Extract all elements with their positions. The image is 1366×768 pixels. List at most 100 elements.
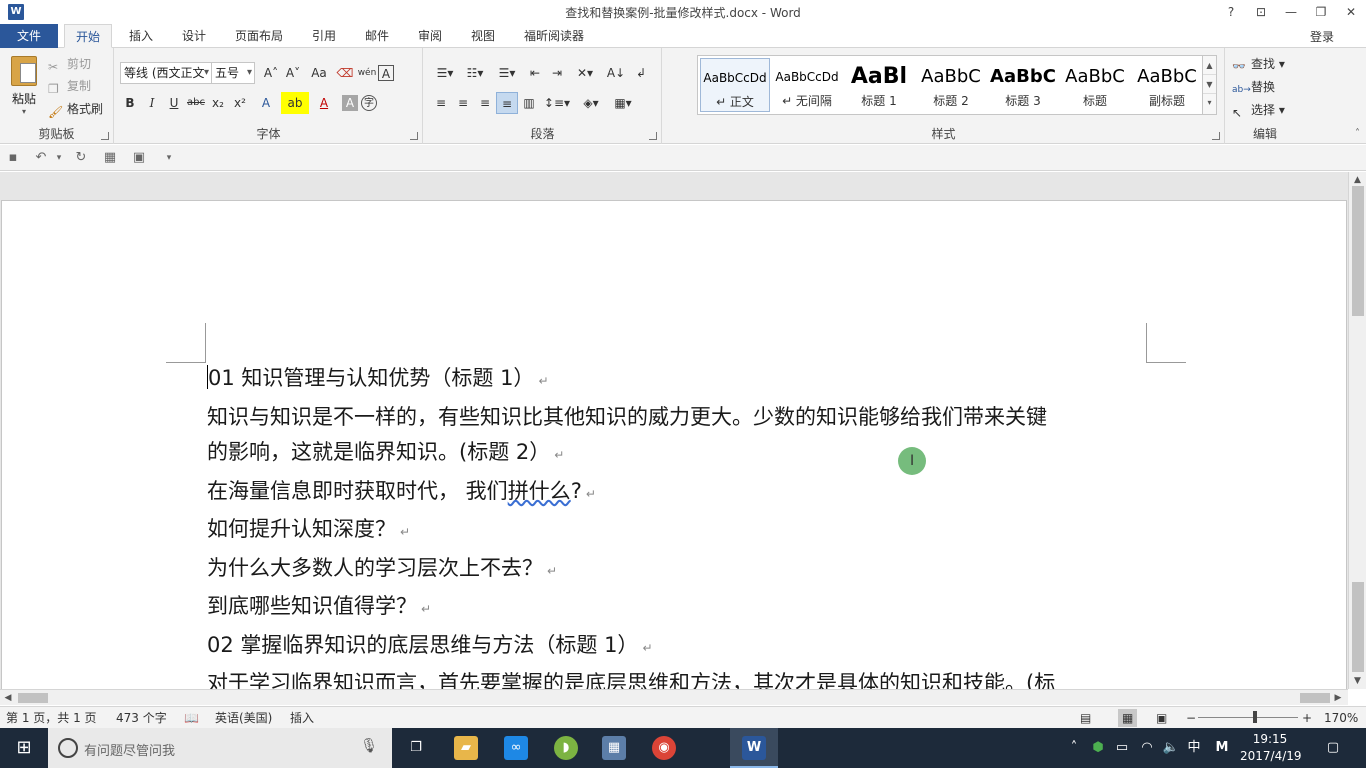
customize-qat-icon[interactable]: ▾ (160, 149, 178, 167)
document-body[interactable]: 01 知识管理与认知优势（标题 1） ↵ 知识与知识是不一样的，有些知识比其他知识… (207, 361, 1157, 689)
scroll-thumb-region[interactable] (1352, 582, 1364, 672)
zoom-out-icon[interactable]: − (1186, 709, 1196, 727)
print-preview-icon[interactable]: ▣ (130, 149, 148, 167)
line-spacing-icon[interactable]: ↕≡▾ (540, 92, 574, 114)
collapse-ribbon-icon[interactable]: ˄ (1355, 128, 1360, 139)
select-button[interactable]: ↖ 选择 ▾ (1232, 100, 1285, 120)
control-panel-icon[interactable]: ▦ (602, 736, 626, 760)
format-painter-button[interactable]: 🖌 格式刷 (48, 99, 103, 119)
zoom-slider[interactable] (1198, 717, 1298, 718)
gallery-more-icon[interactable]: ▾ (1203, 94, 1216, 112)
close-button[interactable]: ✕ (1336, 0, 1366, 24)
horizontal-scrollbar[interactable]: ◀ ▶ (0, 689, 1348, 705)
font-launcher-icon[interactable] (410, 132, 418, 140)
paragraph[interactable]: 对于学习临界知识而言，首先要掌握的是底层思维和方法，其次才是具体的知识和技能。(… (207, 666, 1157, 689)
char-border-button[interactable]: A (378, 65, 394, 81)
replace-button[interactable]: ab→替换 (1232, 77, 1275, 97)
undo-icon[interactable]: ↶ (32, 149, 50, 167)
tray-security-icon[interactable]: ⬢ (1088, 738, 1108, 758)
paragraph[interactable]: 在海量信息即时获取时代， 我们拼什么? ↵ (207, 474, 1157, 513)
restore-button[interactable]: ❐ (1306, 0, 1336, 24)
subscript-button[interactable]: x₂ (207, 92, 229, 114)
tab-review[interactable]: 审阅 (408, 24, 452, 48)
save-icon[interactable]: ▪ (4, 149, 22, 167)
styles-launcher-icon[interactable] (1212, 132, 1220, 140)
zoom-level[interactable]: 170% (1324, 709, 1358, 727)
italic-button[interactable]: I (141, 92, 163, 114)
windows-start-icon[interactable]: ⊞ (0, 728, 48, 768)
change-case-button[interactable]: Aa (304, 62, 334, 84)
action-center-icon[interactable]: ▢ (1322, 738, 1344, 758)
app-leaf-icon[interactable]: ◗ (554, 736, 578, 760)
paste-button[interactable]: 粘贴 ▾ (6, 56, 42, 116)
file-explorer-icon[interactable]: ▰ (454, 736, 478, 760)
zoom-in-icon[interactable]: + (1302, 709, 1312, 727)
page-count[interactable]: 第 1 页，共 1 页 (6, 709, 97, 727)
undo-dropdown-icon[interactable]: ▾ (50, 149, 68, 167)
language[interactable]: 英语(美国) (215, 709, 272, 727)
superscript-button[interactable]: x² (229, 92, 251, 114)
read-mode-icon[interactable]: ▤ (1080, 709, 1091, 727)
chinese-layout-icon[interactable]: ✕▾ (568, 62, 602, 84)
font-name-combo[interactable]: 等线 (西文正文 (120, 62, 212, 84)
zoom-slider-knob[interactable] (1253, 711, 1257, 723)
scroll-left-icon[interactable]: ◀ (0, 690, 16, 706)
tab-file[interactable]: 文件 (0, 24, 58, 48)
tab-mailings[interactable]: 邮件 (355, 24, 399, 48)
chrome-icon[interactable]: ◉ (652, 736, 676, 760)
multilevel-list-icon[interactable]: ☰▾ (490, 62, 524, 84)
print-layout-icon[interactable]: ▦ (1118, 709, 1138, 727)
style-subtitle[interactable]: AaBbC 副标题 (1132, 58, 1202, 112)
align-left-icon[interactable]: ≡ (430, 92, 452, 114)
help-button[interactable]: ? (1216, 0, 1246, 24)
scroll-thumb[interactable] (1352, 186, 1364, 316)
sort-icon[interactable]: A↓ (602, 62, 630, 84)
cut-button[interactable]: ✂ 剪切 (48, 54, 91, 74)
style-heading-3[interactable]: AaBbC 标题 3 (988, 58, 1058, 112)
baidu-netdisk-icon[interactable]: ∞ (504, 736, 528, 760)
system-clock[interactable]: 19:15 2017/4/19 (1240, 731, 1302, 765)
hscroll-thumb-end[interactable] (1300, 693, 1330, 703)
login-link[interactable]: 登录 (1310, 28, 1334, 45)
style-no-spacing[interactable]: AaBbCcDd ↵ 无间隔 (772, 58, 842, 112)
shading-icon[interactable]: ◈▾ (574, 92, 608, 114)
style-heading-2[interactable]: AaBbC 标题 2 (916, 58, 986, 112)
cortana-search-box[interactable]: 有问题尽管问我 🎙 (48, 728, 392, 768)
ime-indicator[interactable]: 中 (1184, 738, 1204, 758)
clear-format-button[interactable]: ⌫ (334, 62, 356, 84)
paragraph[interactable]: 的影响，这就是临界知识。(标题 2） ↵ (207, 435, 1157, 474)
numbering-icon[interactable]: ☷▾ (460, 62, 490, 84)
minimize-button[interactable]: — (1276, 0, 1306, 24)
underline-button[interactable]: U (163, 92, 185, 114)
copy-button[interactable]: ❐ 复制 (48, 76, 91, 96)
word-taskbar-icon[interactable]: W (742, 736, 766, 760)
decrease-indent-icon[interactable]: ⇤ (524, 62, 546, 84)
insert-mode[interactable]: 插入 (290, 709, 314, 727)
chevron-up-icon[interactable]: ▲ (1203, 56, 1216, 75)
enclose-char-button[interactable]: 字 (361, 95, 377, 111)
wifi-icon[interactable]: ◠ (1137, 738, 1157, 758)
volume-icon[interactable]: 🔈 (1161, 738, 1181, 758)
style-heading-1[interactable]: AaBl 标题 1 (844, 58, 914, 112)
scroll-right-icon[interactable]: ▶ (1330, 690, 1346, 706)
style-normal[interactable]: AaBbCcDd ↵ 正文 (700, 58, 770, 112)
chevron-down-icon[interactable]: ▼ (1203, 75, 1216, 94)
task-view-icon[interactable]: ❐ (404, 736, 428, 760)
grow-font-button[interactable]: A˄ (260, 62, 282, 84)
battery-icon[interactable]: ▭ (1112, 738, 1132, 758)
phonetic-guide-button[interactable]: wén (356, 62, 378, 84)
char-shading-button[interactable]: A (342, 95, 358, 111)
gallery-scroll[interactable]: ▲ ▼ ▾ (1202, 56, 1216, 114)
font-color-button[interactable]: A (309, 92, 339, 114)
hscroll-thumb[interactable] (18, 693, 48, 703)
web-layout-icon[interactable]: ▣ (1156, 709, 1167, 727)
tab-insert[interactable]: 插入 (118, 24, 164, 48)
tab-references[interactable]: 引用 (302, 24, 346, 48)
microphone-icon[interactable]: 🎙 (360, 738, 378, 754)
align-right-icon[interactable]: ≡ (474, 92, 496, 114)
increase-indent-icon[interactable]: ⇥ (546, 62, 568, 84)
find-button[interactable]: 👓 查找 ▾ (1232, 54, 1285, 74)
borders-icon[interactable]: ▦▾ (608, 92, 638, 114)
clipboard-launcher-icon[interactable] (101, 132, 109, 140)
ribbon-display-button[interactable]: ⊡ (1246, 0, 1276, 24)
